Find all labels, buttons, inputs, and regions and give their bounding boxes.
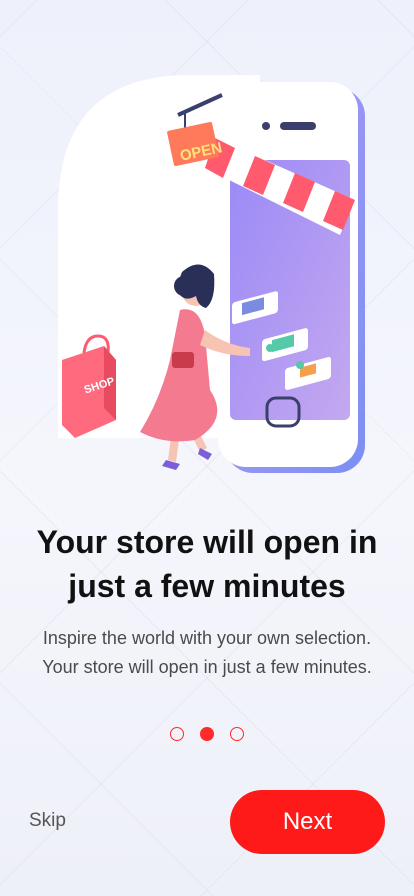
page-dot-3[interactable]: [230, 727, 244, 741]
onboarding-screen: OPEN SHOP Your store will open in just a…: [0, 0, 414, 896]
page-dot-2[interactable]: [200, 727, 214, 741]
hero-illustration: OPEN SHOP: [0, 60, 414, 490]
onboarding-title: Your store will open in just a few minut…: [36, 524, 378, 604]
page-dot-1[interactable]: [170, 727, 184, 741]
next-button[interactable]: Next: [230, 790, 385, 854]
page-indicator: [0, 727, 414, 741]
onboarding-description: Inspire the world with your own selectio…: [42, 628, 372, 677]
skip-button[interactable]: Skip: [29, 810, 66, 832]
phone-illustration: [218, 82, 365, 473]
